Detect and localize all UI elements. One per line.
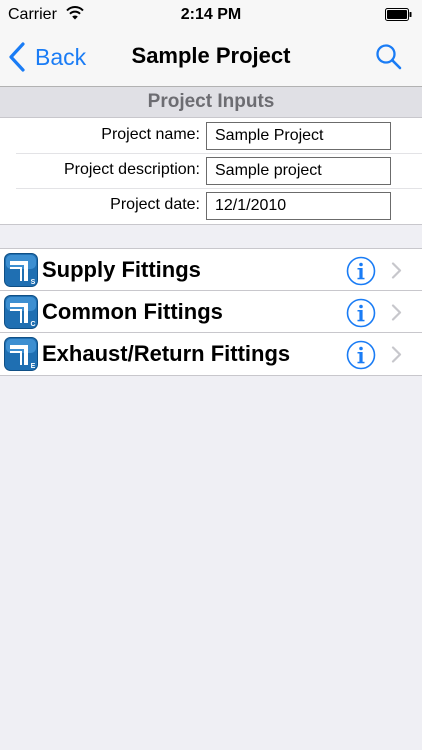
navigation-bar: Back Sample Project	[0, 30, 422, 87]
list-item-exhaust-return-fittings[interactable]: E Exhaust/Return Fittings	[0, 333, 422, 375]
chevron-right-icon	[391, 304, 402, 321]
info-icon[interactable]	[346, 340, 376, 370]
supply-fittings-label: Supply Fittings	[42, 257, 201, 282]
project-description-field[interactable]	[206, 157, 391, 185]
battery-icon	[385, 8, 412, 21]
badge-c: C	[30, 321, 35, 328]
info-icon[interactable]	[346, 256, 376, 286]
page-title: Sample Project	[131, 43, 291, 68]
badge-e: E	[31, 363, 36, 370]
project-date-label: Project date:	[110, 196, 200, 213]
project-name-field[interactable]	[206, 122, 391, 150]
fitting-app-icon: E	[4, 337, 38, 371]
info-icon[interactable]	[346, 298, 376, 328]
exhaust-return-fittings-label: Exhaust/Return Fittings	[42, 341, 291, 366]
list-item-supply-fittings[interactable]: S Supply Fittings	[0, 249, 422, 291]
badge-s: S	[31, 279, 36, 286]
fittings-list: S Supply Fittings C Common Fittings E Ex…	[0, 248, 422, 376]
project-name-row: Project name:	[0, 119, 422, 154]
common-fittings-label: Common Fittings	[42, 299, 223, 324]
project-description-label: Project description:	[63, 161, 200, 178]
chevron-right-icon	[391, 346, 402, 363]
search-icon[interactable]	[374, 42, 404, 72]
status-bar: Carrier 2:14 PM	[0, 0, 422, 30]
project-description-row: Project description:	[0, 154, 422, 189]
status-time: 2:14 PM	[180, 6, 242, 23]
fitting-app-icon: C	[4, 295, 38, 329]
list-item-common-fittings[interactable]: C Common Fittings	[0, 291, 422, 333]
fitting-app-icon: S	[4, 253, 38, 287]
project-inputs-header: Project Inputs	[0, 87, 422, 118]
project-date-field[interactable]	[206, 192, 391, 220]
project-inputs-form: Project name: Project description: Proje…	[0, 118, 422, 225]
chevron-right-icon	[391, 262, 402, 279]
project-name-label: Project name:	[101, 126, 200, 143]
project-date-row: Project date:	[0, 189, 422, 224]
